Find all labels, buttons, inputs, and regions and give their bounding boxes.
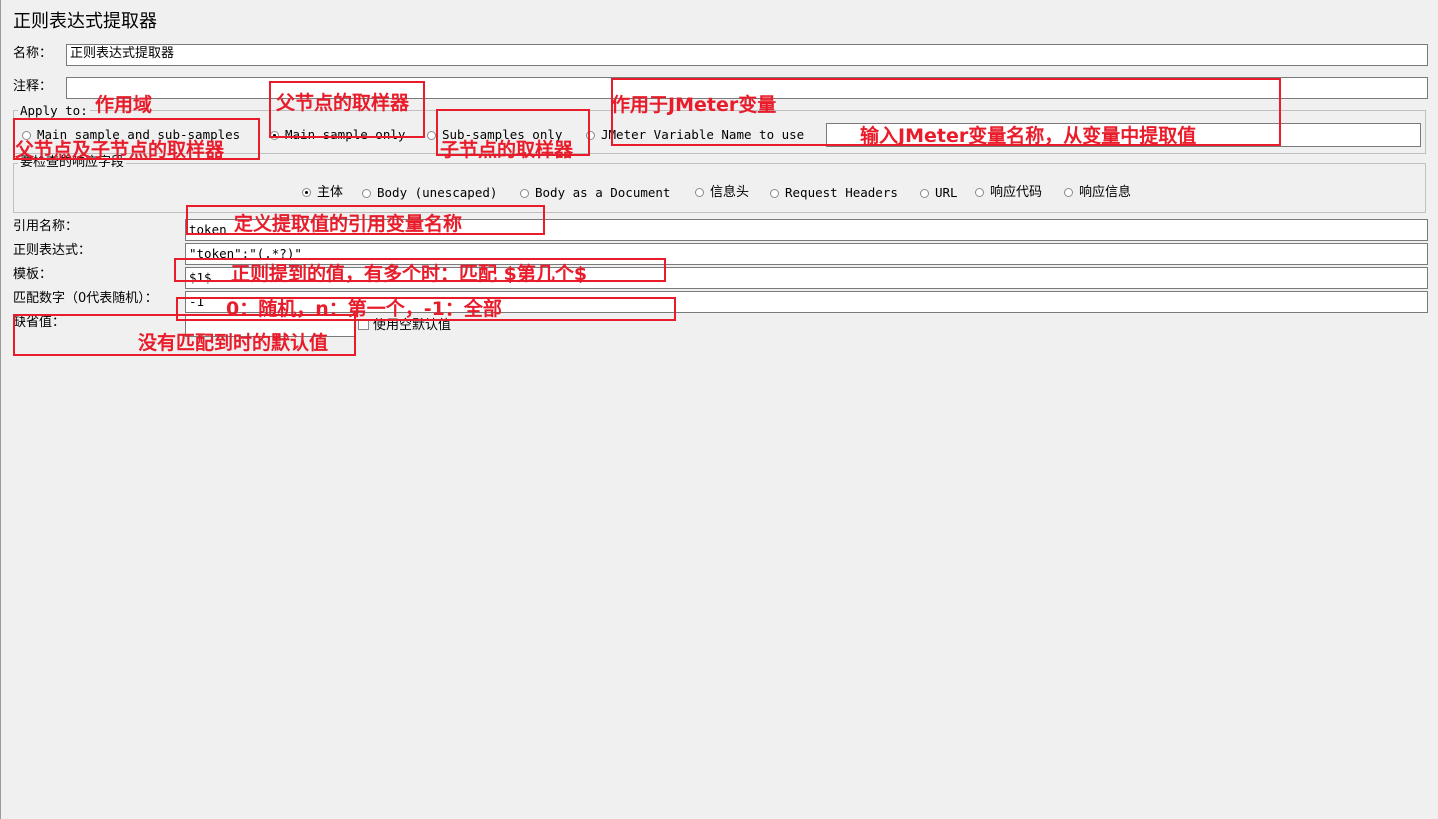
- radio-label: Body (unescaped): [377, 185, 498, 200]
- annotation-parent-sampler: 父节点的取样器: [276, 92, 410, 114]
- check-body-radio[interactable]: 主体: [302, 184, 343, 202]
- annotation-scope: 作用域: [95, 94, 153, 116]
- check-headers-radio[interactable]: 信息头: [695, 184, 749, 202]
- radio-label: 响应信息: [1079, 185, 1132, 200]
- annotation-child-sampler: 子节点的取样器: [440, 139, 574, 161]
- annotation-parent-and-child: 父节点及子节点的取样器: [15, 139, 225, 161]
- radio-indicator: [1064, 188, 1073, 197]
- annotation-jmeter-var: 作用于JMeter变量: [611, 94, 777, 116]
- radio-label: 信息头: [710, 185, 750, 200]
- window-left-border: [0, 0, 1, 819]
- check-body-document-radio[interactable]: Body as a Document: [520, 184, 670, 202]
- regex-label: 正则表达式：: [13, 243, 92, 258]
- annotation-ref-name: 定义提取值的引用变量名称: [234, 213, 463, 235]
- radio-indicator: [520, 189, 529, 198]
- radio-indicator: [362, 189, 371, 198]
- radio-indicator: [770, 189, 779, 198]
- annotation-default: 没有匹配到时的默认值: [138, 332, 329, 354]
- apply-to-legend: Apply to:: [18, 103, 90, 118]
- panel-title: 正则表达式提取器: [13, 11, 157, 32]
- match-no-label: 匹配数字（0代表随机）：: [13, 291, 158, 306]
- radio-indicator: [920, 189, 929, 198]
- name-input-value: 正则表达式提取器: [70, 46, 175, 61]
- radio-indicator: [695, 188, 704, 197]
- radio-label: Body as a Document: [535, 185, 671, 200]
- radio-label: Request Headers: [785, 185, 898, 200]
- ref-name-label: 引用名称：: [13, 219, 79, 234]
- annotation-jmeter-var-input: 输入JMeter变量名称，从变量中提取值: [860, 125, 1197, 147]
- radio-indicator: [427, 131, 436, 140]
- check-body-unescaped-radio[interactable]: Body (unescaped): [362, 184, 497, 202]
- radio-label: 主体: [317, 185, 344, 200]
- check-response-message-radio[interactable]: 响应信息: [1064, 184, 1131, 202]
- radio-label: 响应代码: [990, 185, 1043, 200]
- check-url-radio[interactable]: URL: [920, 184, 958, 202]
- template-label: 模板：: [13, 267, 53, 282]
- comment-label: 注释：: [13, 79, 53, 94]
- use-empty-default-checkbox[interactable]: [358, 319, 369, 334]
- annotation-match-no: 0：随机，n：第一个，-1：全部: [226, 298, 502, 320]
- radio-indicator-checked: [302, 188, 311, 197]
- check-request-headers-radio[interactable]: Request Headers: [770, 184, 898, 202]
- radio-label: URL: [935, 185, 958, 200]
- check-response-code-radio[interactable]: 响应代码: [975, 184, 1042, 202]
- annotation-template: 正则提到的值，有多个时：匹配 $第几个$: [231, 263, 588, 285]
- radio-indicator: [975, 188, 984, 197]
- name-input[interactable]: 正则表达式提取器: [66, 44, 1428, 66]
- name-label: 名称：: [13, 46, 53, 61]
